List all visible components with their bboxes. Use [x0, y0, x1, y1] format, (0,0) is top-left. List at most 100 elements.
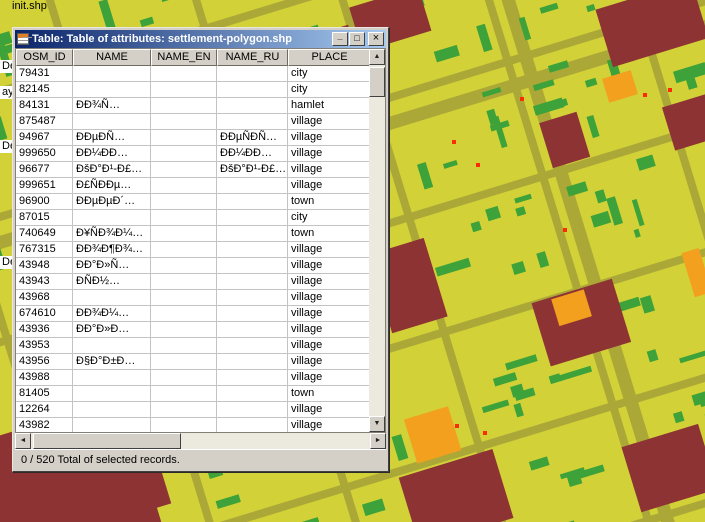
cell-osm_id: 767315 — [16, 242, 73, 258]
cell-name_ru — [217, 82, 288, 98]
vertical-scroll-track[interactable] — [369, 65, 385, 416]
cell-name: Ð§Ð°Ð±Ð… — [73, 354, 151, 370]
cell-osm_id: 43953 — [16, 338, 73, 354]
cell-name_ru — [217, 242, 288, 258]
cell-name_ru — [217, 306, 288, 322]
table-row[interactable]: 94967ÐÐµÐÑ…ÐÐµÑÐÑ…village — [16, 130, 369, 146]
column-header-name_en[interactable]: NAME_EN — [151, 49, 217, 66]
cell-name_en — [151, 386, 217, 402]
table-header-row: OSM_IDNAMENAME_ENNAME_RUPLACE — [16, 49, 369, 66]
close-icon: × — [373, 32, 379, 44]
column-header-name[interactable]: NAME — [73, 49, 151, 66]
cell-place: city — [288, 66, 369, 82]
cell-name_en — [151, 98, 217, 114]
table-row[interactable]: 43948ÐÐ°Ð»Ñ…village — [16, 258, 369, 274]
table-row[interactable]: 43956Ð§Ð°Ð±Ð… village — [16, 354, 369, 370]
table-row[interactable]: 740649Ð¥ÑÐ¾Ð¼…town — [16, 226, 369, 242]
map-red-dot — [483, 431, 487, 435]
table-row[interactable]: 84131ÐÐ¾Ñ…hamlet — [16, 98, 369, 114]
cell-osm_id: 43936 — [16, 322, 73, 338]
cell-name_en — [151, 194, 217, 210]
cell-name_en — [151, 290, 217, 306]
table-row[interactable]: 43936ÐÐ°Ð»Ð…village — [16, 322, 369, 338]
cell-name_en — [151, 178, 217, 194]
vertical-scrollbar[interactable]: ▲ ▼ — [369, 49, 385, 432]
cell-name — [73, 114, 151, 130]
column-header-place[interactable]: PLACE — [288, 49, 369, 66]
cell-place: village — [288, 258, 369, 274]
cell-osm_id: 999650 — [16, 146, 73, 162]
table-row[interactable]: 767315ÐÐ¾Ð¶Ð¾…village — [16, 242, 369, 258]
table-row[interactable]: 999650ÐÐ¼ÐÐ…ÐÐ¼ÐÐ…village — [16, 146, 369, 162]
cell-osm_id: 79431 — [16, 66, 73, 82]
table-row[interactable]: 12264village — [16, 402, 369, 418]
minimize-icon: _ — [337, 31, 342, 42]
window-title: Table: Table of attributes: settlement-p… — [32, 33, 329, 45]
table-row[interactable]: 43982village — [16, 418, 369, 432]
cell-name_en — [151, 306, 217, 322]
cell-name_en — [151, 210, 217, 226]
table-row[interactable]: 96900ÐÐµÐµÐ´…town — [16, 194, 369, 210]
selected-records-status: 0 / 520 Total of selected records. — [21, 454, 180, 466]
table-row[interactable]: 43953village — [16, 338, 369, 354]
horizontal-scroll-track[interactable] — [31, 433, 370, 449]
cell-name_ru — [217, 386, 288, 402]
cell-name — [73, 290, 151, 306]
cell-name: ÐšÐ°Ð¹-Ð£… — [73, 162, 151, 178]
cell-name_ru — [217, 370, 288, 386]
toc-layer-label-fragment: init.shp — [10, 0, 49, 13]
window-titlebar[interactable]: Table: Table of attributes: settlement-p… — [15, 30, 386, 48]
cell-place: village — [288, 274, 369, 290]
map-red-dot — [452, 140, 456, 144]
table-row[interactable]: 87015 city — [16, 210, 369, 226]
vertical-scroll-thumb[interactable] — [369, 67, 385, 97]
table-row[interactable]: 999651Ð£ÑÐÐµ…village — [16, 178, 369, 194]
table-row[interactable]: 43968village — [16, 290, 369, 306]
scroll-left-button[interactable]: ◄ — [15, 433, 31, 449]
column-header-osm_id[interactable]: OSM_ID — [16, 49, 73, 66]
horizontal-scroll-thumb[interactable] — [33, 433, 181, 449]
table-row[interactable]: 79431 city — [16, 66, 369, 82]
cell-name: ÐÐµÐÑ… — [73, 130, 151, 146]
table-row[interactable]: 81405town — [16, 386, 369, 402]
minimize-button[interactable]: _ — [332, 32, 348, 46]
cell-name_en — [151, 162, 217, 178]
cell-osm_id: 87015 — [16, 210, 73, 226]
cell-place: village — [288, 130, 369, 146]
table-row[interactable]: 43943ÐÑÐ½… village — [16, 274, 369, 290]
cell-osm_id: 43956 — [16, 354, 73, 370]
cell-name — [73, 370, 151, 386]
cell-name_ru — [217, 226, 288, 242]
scroll-right-button[interactable]: ► — [370, 433, 386, 449]
cell-osm_id: 81405 — [16, 386, 73, 402]
attribute-table-window: Table: Table of attributes: settlement-p… — [12, 27, 389, 472]
cell-place: city — [288, 210, 369, 226]
cell-name_ru — [217, 98, 288, 114]
cell-name: ÐÐ°Ð»Ð… — [73, 322, 151, 338]
close-button[interactable]: × — [368, 32, 384, 46]
cell-name_en — [151, 354, 217, 370]
map-red-dot — [520, 97, 524, 101]
cell-name: ÐÐ¾Ñ… — [73, 98, 151, 114]
maximize-button[interactable]: □ — [349, 32, 365, 46]
table-row[interactable]: 96677ÐšÐ°Ð¹-Ð£…ÐšÐ°Ð¹-Ð£…village — [16, 162, 369, 178]
column-header-name_ru[interactable]: NAME_RU — [217, 49, 288, 66]
cell-name: Ð¥ÑÐ¾Ð¼… — [73, 226, 151, 242]
cell-place: village — [288, 162, 369, 178]
cell-name_en — [151, 402, 217, 418]
table-row[interactable]: 875487village — [16, 114, 369, 130]
scroll-up-button[interactable]: ▲ — [369, 49, 385, 65]
scroll-down-button[interactable]: ▼ — [369, 416, 385, 432]
cell-name_ru — [217, 338, 288, 354]
table-row[interactable]: 43988village — [16, 370, 369, 386]
cell-name: ÐÑÐ½… — [73, 274, 151, 290]
cell-name_en — [151, 82, 217, 98]
cell-name_ru — [217, 418, 288, 432]
table-row[interactable]: 82145city — [16, 82, 369, 98]
cell-place: village — [288, 354, 369, 370]
horizontal-scrollbar[interactable]: ◄ ► — [15, 433, 386, 449]
map-canvas[interactable]: init.shp Def ay Def Def Table: Table of … — [0, 0, 705, 522]
table-row[interactable]: 674610ÐÐ¾Ð¼…village — [16, 306, 369, 322]
cell-osm_id: 43943 — [16, 274, 73, 290]
table-body[interactable]: 79431city82145city84131ÐÐ¾Ñ…hamlet875487… — [16, 66, 369, 432]
